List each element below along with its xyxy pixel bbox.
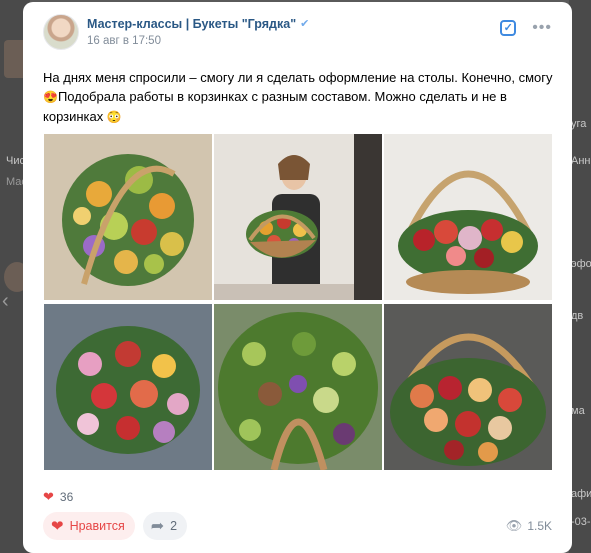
check-square-icon[interactable]: ✓ bbox=[500, 20, 517, 36]
share-icon: ➦ bbox=[150, 518, 165, 535]
post-text: На днях меня спросили – смогу ли я сдела… bbox=[43, 68, 555, 127]
header-actions: ✓ ••• bbox=[500, 20, 552, 36]
photo-2[interactable] bbox=[214, 134, 382, 300]
flushed-emoji: 😳 bbox=[106, 110, 122, 124]
post-modal: Мастер-классы | Букеты "Грядка" ✔ 16 авг… bbox=[23, 2, 572, 553]
post-text-line-2: Подобрала работы в корзинках с разным со… bbox=[57, 89, 507, 104]
author-row: Мастер-классы | Букеты "Грядка" ✔ bbox=[87, 17, 311, 31]
eye-icon: 👁 bbox=[505, 518, 523, 533]
photo-6[interactable] bbox=[384, 304, 552, 470]
like-button[interactable]: ❤ Нравится bbox=[43, 512, 135, 540]
background-right-text-6: афи bbox=[571, 488, 591, 500]
photo-3[interactable] bbox=[384, 134, 552, 300]
photo-5[interactable] bbox=[214, 304, 382, 470]
views-count: 1.5K bbox=[527, 519, 552, 533]
post-text-line-1: На днях меня спросили – смогу ли я сдела… bbox=[43, 70, 553, 85]
post-actions: ❤ Нравится ➦ 2 bbox=[43, 512, 188, 540]
author-name[interactable]: Мастер-классы | Букеты "Грядка" bbox=[87, 17, 296, 31]
like-button-label: Нравится bbox=[69, 519, 125, 533]
background-right-text-3: эфо bbox=[571, 258, 591, 270]
background-right-text-4: дв bbox=[571, 310, 584, 322]
likes-count: 36 bbox=[59, 490, 74, 504]
views-counter: 👁 1.5K bbox=[506, 518, 552, 534]
verified-icon: ✔ bbox=[300, 17, 310, 30]
post-date[interactable]: 16 авг в 17:50 bbox=[87, 35, 311, 47]
heart-icon: ❤ bbox=[51, 518, 64, 535]
like-heart-icon: ❤ bbox=[43, 489, 54, 504]
likes-summary: ❤ 36 bbox=[43, 489, 73, 505]
post-text-line-3: корзинках bbox=[43, 109, 104, 124]
heart-eyes-emoji: 😍 bbox=[43, 90, 58, 104]
more-icon[interactable]: ••• bbox=[532, 20, 552, 36]
post-header: Мастер-классы | Букеты "Грядка" ✔ 16 авг… bbox=[43, 14, 311, 50]
photo-1[interactable] bbox=[44, 134, 212, 300]
author-info: Мастер-классы | Букеты "Грядка" ✔ 16 авг… bbox=[87, 17, 311, 47]
share-count: 2 bbox=[170, 519, 178, 533]
background-right-text-5: ма bbox=[571, 405, 585, 417]
background-right-text-2: Анн bbox=[571, 155, 591, 167]
prev-arrow-icon[interactable]: ‹ bbox=[2, 290, 9, 313]
background-right-text-1: уга bbox=[571, 118, 587, 130]
background-right-column: уга Анн эфо дв ма афи -03- bbox=[569, 0, 591, 553]
background-right-text-7: -03- bbox=[571, 516, 591, 528]
photo-gallery bbox=[44, 134, 552, 472]
photo-4[interactable] bbox=[44, 304, 212, 470]
share-button[interactable]: ➦ 2 bbox=[142, 512, 188, 540]
author-avatar[interactable] bbox=[43, 14, 79, 50]
